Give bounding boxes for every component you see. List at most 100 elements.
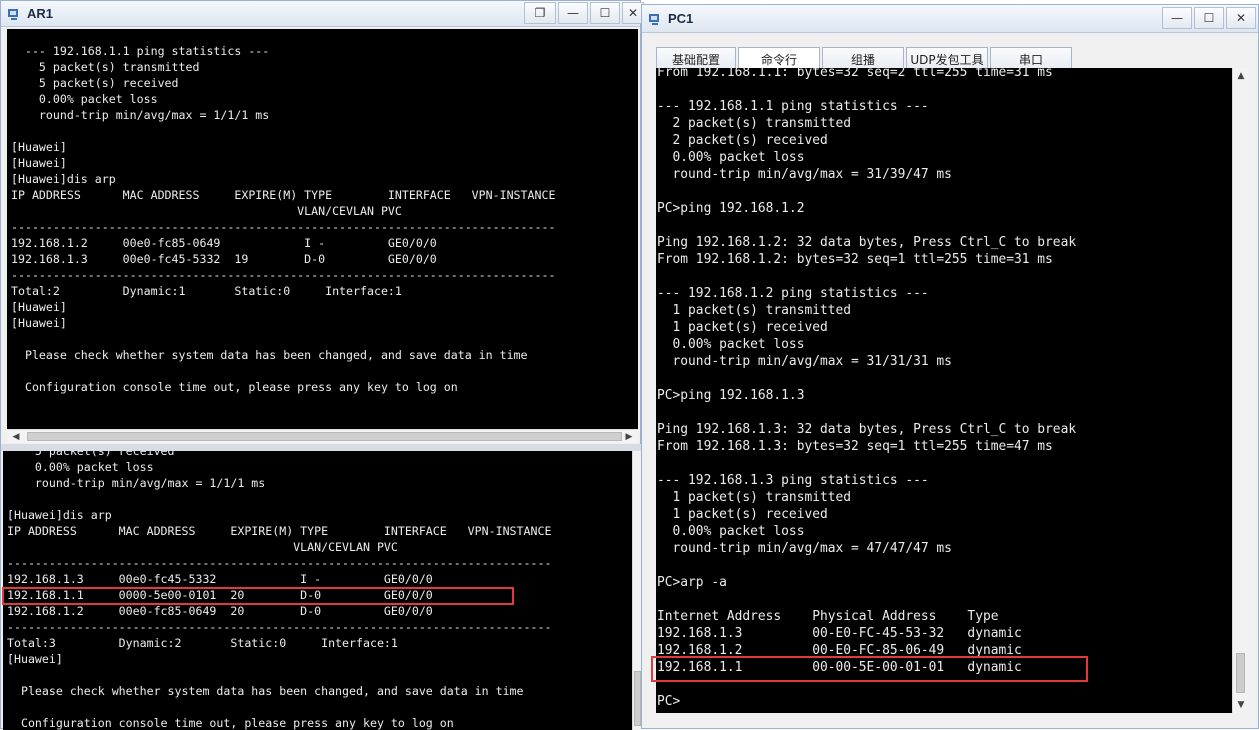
console-line: 5 packet(s) transmitted [11,60,200,74]
console-line: VLAN/CEVLAN PVC [11,204,402,218]
console-line: ----------------------------------------… [7,556,552,570]
ensp-app-icon [8,8,18,20]
console-line: --- 192.168.1.1 ping statistics --- [657,99,929,114]
minimize-icon: — [567,6,579,20]
close-icon: ✕ [627,6,639,20]
console-line: IP ADDRESS MAC ADDRESS EXPIRE(M) TYPE IN… [11,188,556,202]
console-line: 1 packet(s) transmitted [657,303,852,318]
console-line: 2 packet(s) transmitted [657,116,852,131]
pane-splitter[interactable] [1,444,642,451]
minimize-button[interactable]: — [558,2,588,24]
minimize-button[interactable]: — [1162,7,1192,29]
console-line: Configuration console time out, please p… [11,380,458,394]
arp-entry-highlight [2,587,514,605]
console-line: 0.00% packet loss [657,337,805,352]
console-line: round-trip min/avg/max = 47/47/47 ms [657,541,952,556]
console-line: PC> [657,694,681,709]
scroll-right-icon[interactable]: ▶ [622,430,636,444]
arp-entry-highlight [651,656,1088,682]
maximize-icon: ☐ [599,6,611,20]
console-line: 192.168.1.3 00e0-fc45-5332 I - GE0/0/0 [7,572,433,586]
ar1-top-hscrollbar[interactable]: ◀ ▶ [7,429,638,443]
ar1-titlebar[interactable]: AR1 ❐ — ☐ ✕ [1,1,644,27]
console-line: [Huawei] [11,140,67,154]
scrollbar-thumb[interactable] [1236,653,1245,693]
restore-button[interactable]: ❐ [524,2,556,24]
console-line: Configuration console time out, please p… [7,716,454,730]
console-line: 0.00% packet loss [657,150,805,165]
pc1-titlebar[interactable]: PC1 — ☐ ✕ [642,5,1258,33]
console-line: --- 192.168.1.3 ping statistics --- [657,473,929,488]
console-line: [Huawei] [11,300,67,314]
console-line: From 192.168.1.3: bytes=32 seq=1 ttl=255… [657,439,1053,454]
console-line: --- 192.168.1.2 ping statistics --- [657,286,929,301]
console-line: [Huawei]dis arp [11,172,116,186]
scroll-left-icon[interactable]: ◀ [9,430,23,444]
scrollbar-thumb[interactable] [634,671,641,726]
console-line: 192.168.1.2 00e0-fc85-0649 20 D-0 GE0/0/… [7,604,433,618]
scrollbar-thumb[interactable] [27,432,622,441]
console-line: 0.00% packet loss [657,524,805,539]
maximize-button[interactable]: ☐ [1194,7,1224,29]
maximize-button[interactable]: ☐ [590,2,620,24]
pc1-window: PC1 — ☐ ✕ 基础配置 命令行 组播 UDP发包工具 串口 From 19… [641,4,1259,729]
console-line: IP ADDRESS MAC ADDRESS EXPIRE(M) TYPE IN… [7,524,552,538]
console-line: Total:3 Dynamic:2 Static:0 Interface:1 [7,636,398,650]
ensp-app-icon [649,13,659,25]
console-line: PC>ping 192.168.1.2 [657,201,805,216]
pc1-title: PC1 [668,11,694,26]
console-line: [Huawei]dis arp [7,508,112,522]
console-line: 1 packet(s) transmitted [657,490,852,505]
pc1-console[interactable]: From 192.168.1.1: bytes=32 seq=2 ttl=255… [656,68,1232,713]
console-line: 192.168.1.3 00-E0-FC-45-53-32 dynamic [657,626,1022,641]
ar1-title: AR1 [27,6,54,21]
console-line: From 192.168.1.1: bytes=32 seq=2 ttl=255… [657,68,1053,80]
console-line: ----------------------------------------… [11,220,556,234]
minimize-icon: — [1171,11,1183,25]
console-line: --- 192.168.1.1 ping statistics --- [11,44,270,58]
restore-icon: ❐ [534,6,546,20]
console-line: From 192.168.1.2: bytes=32 seq=1 ttl=255… [657,252,1053,267]
console-line: round-trip min/avg/max = 31/39/47 ms [657,167,952,182]
console-line: PC>arp -a [657,575,727,590]
console-line: Please check whether system data has bee… [11,348,528,362]
scroll-up-icon[interactable]: ▲ [1233,68,1249,84]
scroll-down-icon[interactable]: ▼ [1233,697,1249,713]
console-line: ----------------------------------------… [11,268,556,282]
ar1-top-console[interactable]: --- 192.168.1.1 ping statistics --- 5 pa… [7,29,638,429]
console-line: VLAN/CEVLAN PVC [7,540,398,554]
console-line: Please check whether system data has bee… [7,684,524,698]
console-line: 192.168.1.2 00e0-fc85-0649 I - GE0/0/0 [11,236,437,250]
close-button[interactable]: ✕ [1226,7,1256,29]
console-line: [Huawei] [11,156,67,170]
console-line: [Huawei] [11,316,67,330]
maximize-icon: ☐ [1203,11,1215,25]
console-line: [Huawei] [7,652,63,666]
console-line: 0.00% packet loss [7,460,154,474]
console-line: ----------------------------------------… [7,620,552,634]
ar1-window: AR1 ❐ — ☐ ✕ --- 192.168.1.1 ping statist… [0,0,644,730]
close-icon: ✕ [1235,11,1247,25]
console-line: 2 packet(s) received [657,133,828,148]
console-line: 5 packet(s) received [11,76,179,90]
console-line: 1 packet(s) received [657,507,828,522]
pc1-vscrollbar[interactable]: ▲ ▼ [1232,68,1248,713]
console-line: Ping 192.168.1.2: 32 data bytes, Press C… [657,235,1077,250]
console-line: Internet Address Physical Address Type [657,609,999,624]
console-line: Total:2 Dynamic:1 Static:0 Interface:1 [11,284,402,298]
console-line: round-trip min/avg/max = 1/1/1 ms [7,476,266,490]
